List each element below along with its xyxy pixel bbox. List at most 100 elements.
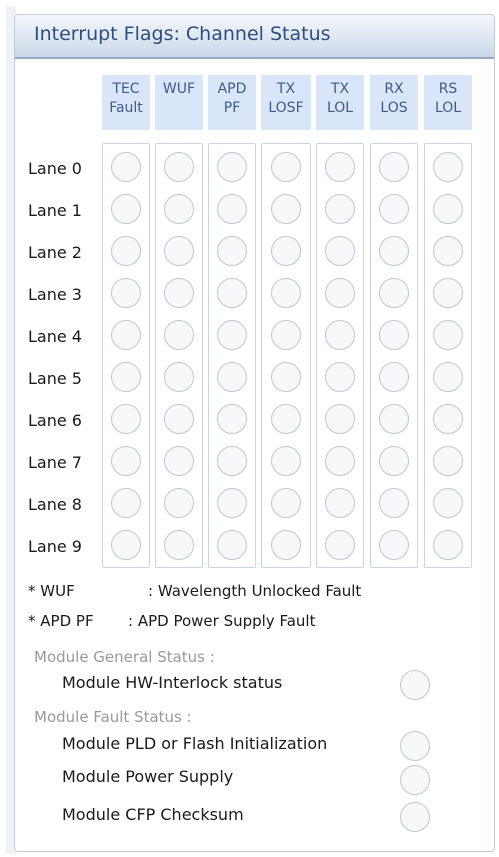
lane-status-led-icon	[217, 320, 247, 350]
column-header-line2: Fault	[109, 100, 143, 116]
lane-status-led-icon	[325, 320, 355, 350]
lane-label: Lane 4	[28, 327, 82, 346]
lane-status-led-icon	[379, 404, 409, 434]
lane-status-led-icon	[379, 278, 409, 308]
lane-status-led-icon	[111, 320, 141, 350]
lane-status-led-icon	[325, 488, 355, 518]
lane-label: Lane 6	[28, 411, 82, 430]
module-fault-status-heading: Module Fault Status :	[34, 708, 192, 726]
module-pld-flash-init-label: Module PLD or Flash Initialization	[62, 734, 328, 753]
lane-label: Lane 8	[28, 495, 82, 514]
lane-status-led-icon	[271, 320, 301, 350]
lane-status-led-icon	[325, 362, 355, 392]
lane-status-led-icon	[164, 320, 194, 350]
lane-status-led-icon	[111, 488, 141, 518]
lane-status-led-icon	[325, 446, 355, 476]
module-general-status-heading: Module General Status :	[34, 648, 215, 666]
column-header-wuf: WUF	[155, 75, 203, 130]
note-apd-key: * APD PF	[28, 612, 94, 630]
lane-status-led-icon	[217, 152, 247, 182]
lane-status-led-icon	[111, 404, 141, 434]
lane-status-led-icon	[111, 194, 141, 224]
lane-status-led-icon	[271, 530, 301, 560]
lane-status-led-icon	[164, 194, 194, 224]
column-header-rs-lol: RS LOL	[424, 75, 472, 130]
lane-status-led-icon	[164, 236, 194, 266]
lane-status-led-icon	[111, 446, 141, 476]
module-cfp-checksum-led-icon	[400, 802, 430, 832]
column-header-line1: TX	[276, 81, 296, 97]
column-header-tx-lol: TX LOL	[316, 75, 364, 130]
panel-header: Interrupt Flags: Channel Status	[15, 15, 494, 59]
lane-status-led-icon	[433, 488, 463, 518]
lane-status-led-icon	[433, 320, 463, 350]
note-apd-description: : APD Power Supply Fault	[128, 612, 316, 630]
lane-status-led-icon	[325, 194, 355, 224]
lane-status-led-icon	[271, 236, 301, 266]
lane-status-led-icon	[433, 236, 463, 266]
column-header-line1: TX	[330, 81, 350, 97]
lane-status-led-icon	[325, 236, 355, 266]
lane-status-led-icon	[217, 446, 247, 476]
lane-status-led-icon	[325, 278, 355, 308]
module-pld-flash-init-led-icon	[400, 731, 430, 761]
lane-status-led-icon	[164, 488, 194, 518]
column-header-line2: LOS	[380, 100, 408, 116]
column-header-line1: TEC	[112, 81, 140, 97]
lane-status-led-icon	[271, 404, 301, 434]
lane-status-led-icon	[217, 194, 247, 224]
column-header-line2: LOL	[434, 100, 462, 116]
lane-status-led-icon	[217, 488, 247, 518]
lane-status-led-icon	[217, 362, 247, 392]
column-header-line1: RS	[438, 81, 458, 97]
column-header-line1: RX	[384, 81, 404, 97]
lane-status-led-icon	[164, 404, 194, 434]
lane-status-led-icon	[379, 362, 409, 392]
lane-status-led-icon	[379, 194, 409, 224]
lane-status-led-icon	[111, 236, 141, 266]
note-wuf-key: * WUF	[28, 582, 75, 600]
lane-status-led-icon	[433, 446, 463, 476]
lane-status-led-icon	[271, 488, 301, 518]
lane-status-led-icon	[164, 278, 194, 308]
lane-status-led-icon	[271, 446, 301, 476]
lane-status-led-icon	[217, 530, 247, 560]
lane-status-led-icon	[111, 530, 141, 560]
lane-status-led-icon	[271, 194, 301, 224]
note-wuf-description: : Wavelength Unlocked Fault	[148, 582, 362, 600]
module-cfp-checksum-label: Module CFP Checksum	[62, 805, 244, 824]
lane-status-led-icon	[217, 236, 247, 266]
lane-label: Lane 9	[28, 537, 82, 556]
lane-status-led-icon	[164, 152, 194, 182]
column-header-apd-pf: APD PF	[208, 75, 256, 130]
lane-status-led-icon	[217, 278, 247, 308]
lane-status-led-icon	[271, 278, 301, 308]
lane-status-led-icon	[217, 404, 247, 434]
column-header-tec-fault: TEC Fault	[102, 75, 150, 130]
column-header-line2: LOL	[326, 100, 354, 116]
column-header-line1: WUF	[162, 81, 196, 97]
panel-title: Interrupt Flags: Channel Status	[34, 23, 331, 45]
module-power-supply-led-icon	[400, 765, 430, 795]
module-hw-interlock-label: Module HW-Interlock status	[62, 673, 283, 692]
column-header-line2: PF	[223, 100, 241, 116]
lane-status-led-icon	[164, 362, 194, 392]
lane-label: Lane 2	[28, 243, 82, 262]
module-hw-interlock-led-icon	[400, 670, 430, 700]
lane-status-led-icon	[164, 446, 194, 476]
lane-status-led-icon	[379, 446, 409, 476]
column-header-tx-losf: TX LOSF	[261, 75, 311, 130]
lane-label: Lane 7	[28, 453, 82, 472]
lane-status-led-icon	[325, 404, 355, 434]
lane-status-led-icon	[379, 152, 409, 182]
lane-status-led-icon	[111, 152, 141, 182]
column-header-line2: LOSF	[268, 100, 304, 116]
column-header-line1: APD	[217, 81, 247, 97]
lane-label: Lane 3	[28, 285, 82, 304]
lane-status-led-icon	[379, 530, 409, 560]
lane-status-led-icon	[379, 320, 409, 350]
module-power-supply-label: Module Power Supply	[62, 767, 234, 786]
lane-status-led-icon	[325, 152, 355, 182]
lane-status-led-icon	[433, 278, 463, 308]
lane-status-led-icon	[379, 488, 409, 518]
